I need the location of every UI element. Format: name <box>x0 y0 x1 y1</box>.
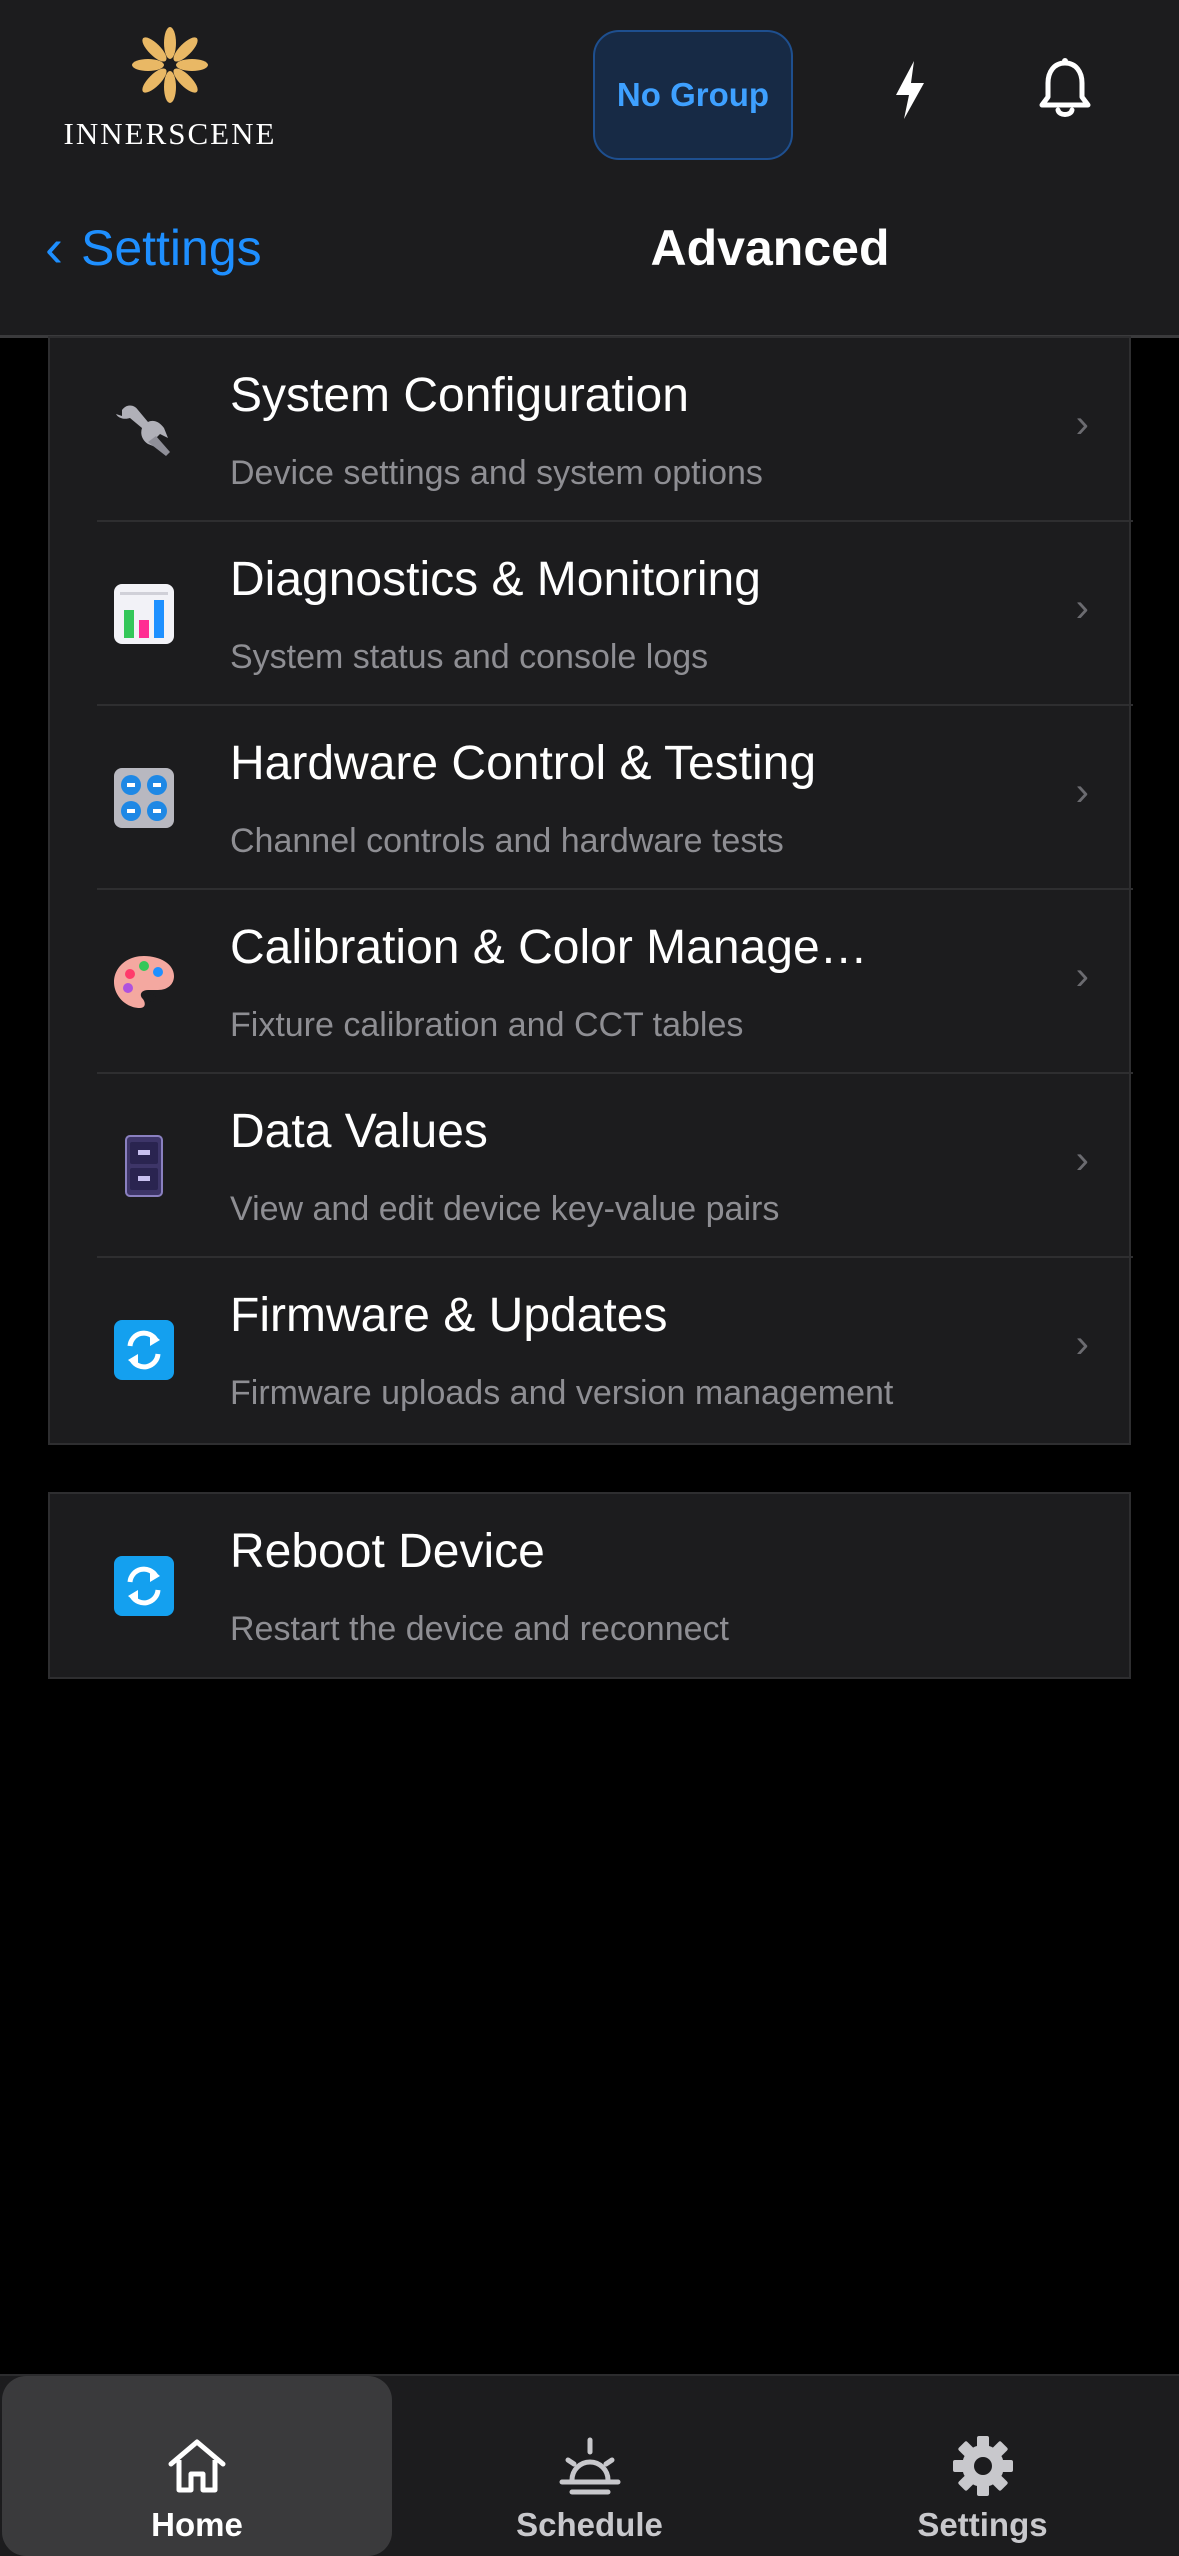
tab-home[interactable]: Home <box>2 2376 392 2556</box>
menu-item-subtitle: Fixture calibration and CCT tables <box>230 1006 744 1044</box>
page-title: Advanced <box>650 220 890 276</box>
group-selector-button[interactable]: No Group <box>593 30 793 160</box>
menu-item-subtitle: Device settings and system options <box>230 454 763 492</box>
lightning-bolt-icon <box>896 61 924 119</box>
menu-item-calibration[interactable]: Calibration & Color Manage… Fixture cali… <box>50 890 1133 1074</box>
home-icon <box>165 2434 229 2498</box>
chevron-right-icon: › <box>1075 770 1089 814</box>
tab-bar: Home Schedule Settings <box>0 2374 1179 2556</box>
menu-item-system-configuration[interactable]: System Configuration Device settings and… <box>50 338 1133 522</box>
reboot-group: Reboot Device Restart the device and rec… <box>48 1492 1131 1679</box>
navigation-bar: ‹ Settings Advanced <box>0 205 1179 338</box>
reboot-subtitle: Restart the device and reconnect <box>230 1610 729 1648</box>
menu-item-subtitle: System status and console logs <box>230 638 709 676</box>
back-label: Settings <box>80 220 262 276</box>
chevron-right-icon: › <box>1075 586 1089 630</box>
logo-wordmark: INNERSCENE <box>63 116 277 151</box>
menu-item-title: System Configuration <box>230 369 689 422</box>
tab-label: Schedule <box>516 2506 663 2543</box>
gear-icon <box>951 2434 1015 2498</box>
file-cabinet-icon <box>112 1134 176 1198</box>
sunburst-logo-icon <box>132 27 208 103</box>
menu-item-data-values[interactable]: Data Values View and edit device key-val… <box>50 1074 1133 1258</box>
chevron-left-icon: ‹ <box>45 218 63 278</box>
control-knobs-icon <box>112 766 176 830</box>
advanced-menu-list: System Configuration Device settings and… <box>48 336 1133 1445</box>
reboot-title: Reboot Device <box>230 1525 545 1578</box>
menu-item-title: Diagnostics & Monitoring <box>230 553 761 606</box>
chevron-right-icon: › <box>1075 1322 1089 1366</box>
palette-icon <box>112 950 176 1014</box>
power-button[interactable] <box>880 55 940 125</box>
bar-chart-icon <box>112 582 176 646</box>
tab-settings[interactable]: Settings <box>786 2376 1179 2556</box>
menu-item-title: Calibration & Color Manage… <box>230 921 868 974</box>
tab-label: Settings <box>917 2506 1048 2543</box>
notifications-button[interactable] <box>1035 55 1095 125</box>
bell-icon <box>1039 58 1091 117</box>
chevron-right-icon: › <box>1075 954 1089 998</box>
menu-item-title: Data Values <box>230 1105 488 1158</box>
menu-item-diagnostics[interactable]: Diagnostics & Monitoring System status a… <box>50 522 1133 706</box>
refresh-icon <box>112 1554 176 1618</box>
refresh-icon <box>112 1318 176 1382</box>
tab-label: Home <box>151 2506 243 2543</box>
back-button[interactable]: ‹ Settings <box>45 213 262 283</box>
chevron-right-icon: › <box>1075 1138 1089 1182</box>
menu-item-firmware[interactable]: Firmware & Updates Firmware uploads and … <box>50 1258 1133 1442</box>
sunrise-icon <box>558 2434 622 2498</box>
menu-item-subtitle: Firmware uploads and version management <box>230 1374 894 1412</box>
chevron-right-icon: › <box>1075 402 1089 446</box>
top-bar: INNERSCENE No Group <box>0 0 1179 206</box>
menu-item-subtitle: View and edit device key-value pairs <box>230 1190 780 1228</box>
menu-item-title: Hardware Control & Testing <box>230 737 817 790</box>
menu-item-title: Firmware & Updates <box>230 1289 668 1342</box>
reboot-device-button[interactable]: Reboot Device Restart the device and rec… <box>50 1494 1133 1678</box>
wrench-icon <box>112 398 176 462</box>
menu-item-subtitle: Channel controls and hardware tests <box>230 822 784 860</box>
tab-schedule[interactable]: Schedule <box>393 2376 786 2556</box>
innerscene-logo[interactable]: INNERSCENE <box>55 20 285 160</box>
menu-item-hardware-control[interactable]: Hardware Control & Testing Channel contr… <box>50 706 1133 890</box>
